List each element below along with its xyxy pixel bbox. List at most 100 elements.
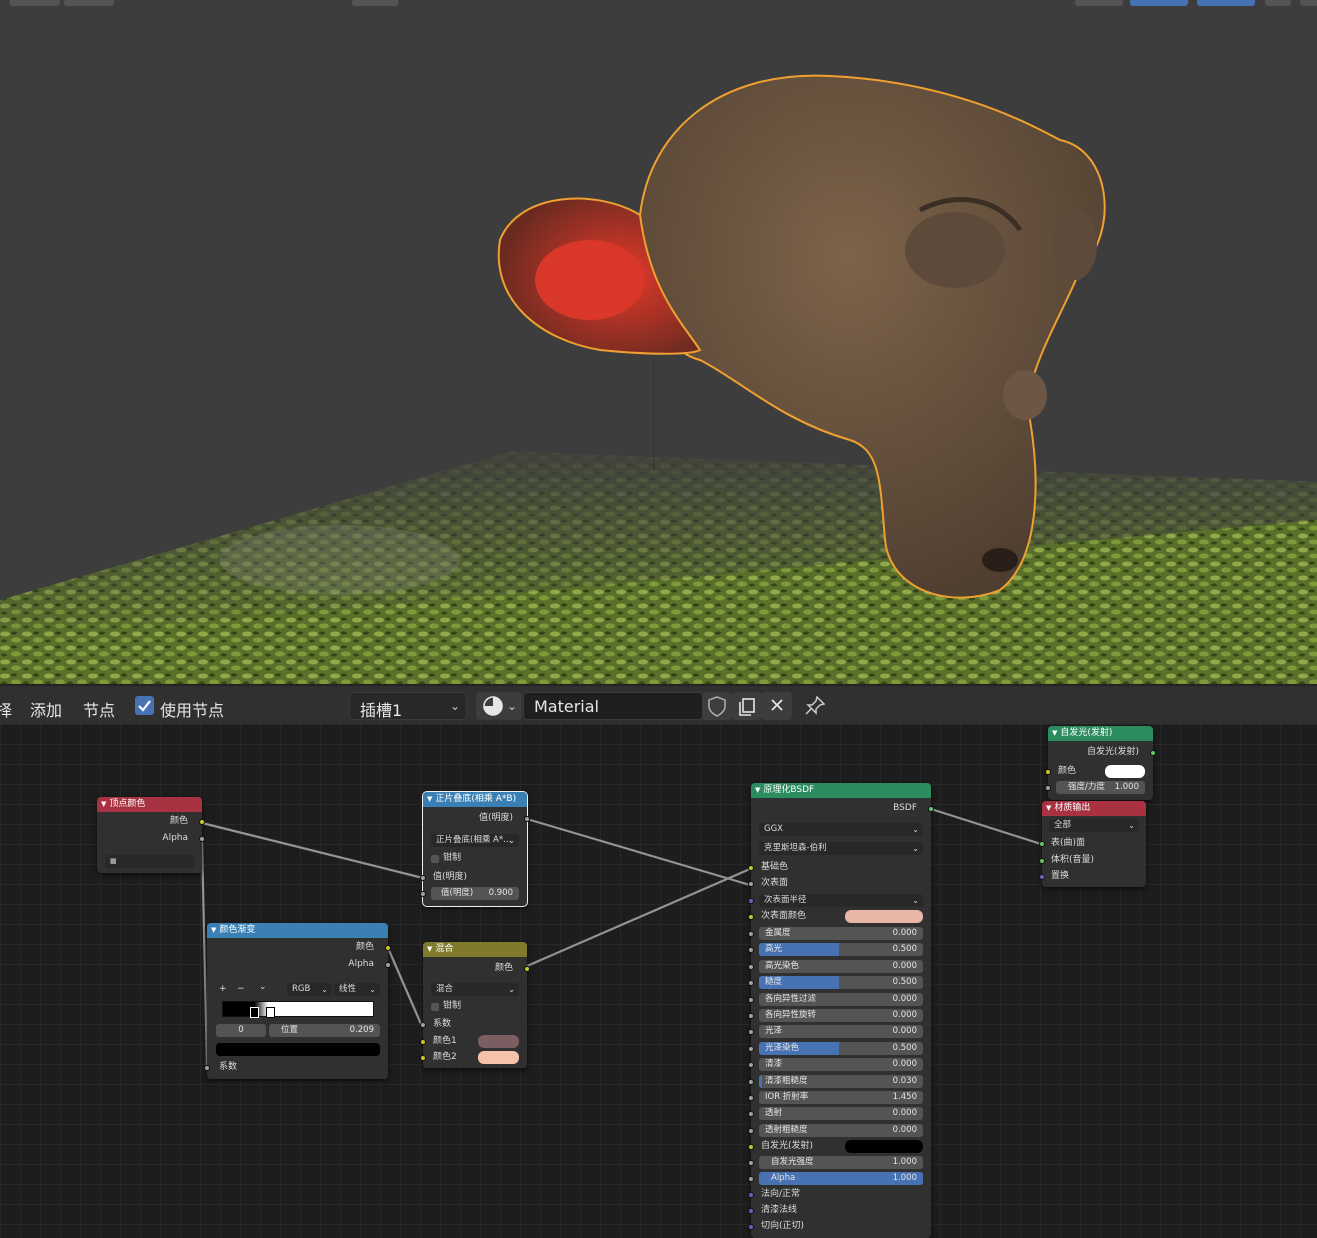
input-socket[interactable] [748, 1128, 754, 1134]
subsurface-color-swatch[interactable] [845, 910, 923, 923]
pin-button[interactable] [800, 692, 830, 720]
fake-user-button[interactable] [702, 692, 732, 720]
input-socket[interactable] [748, 1029, 754, 1035]
remove-stop-button[interactable]: − [237, 983, 245, 996]
material-name-field[interactable]: Material [523, 692, 703, 720]
input-socket[interactable] [748, 1208, 754, 1214]
duplicate-material-button[interactable] [732, 692, 762, 720]
emission-color-swatch[interactable] [1105, 765, 1145, 778]
strength-field[interactable]: 强度/力度 1.000 [1056, 781, 1145, 794]
output-socket[interactable] [385, 945, 391, 951]
node-header[interactable]: ▼ 原理化BSDF [751, 783, 931, 798]
interpolation-select[interactable]: 线性 ⌄ [334, 983, 380, 996]
node-principled-bsdf[interactable]: ▼ 原理化BSDF BSDF GGX ⌄ 克里斯坦森-伯利 ⌄ 基础色 次表面 次表面… [748, 783, 934, 1238]
bsdf-param-field[interactable]: 光泽 0.000 [759, 1025, 923, 1038]
alpha-field[interactable]: Alpha 1.000 [759, 1172, 923, 1185]
node-header[interactable]: ▼ 材质输出 [1042, 801, 1146, 816]
color2-swatch[interactable] [478, 1051, 519, 1064]
color-attribute-field[interactable]: ▦ [105, 855, 194, 868]
distribution-select[interactable]: GGX ⌄ [759, 823, 923, 836]
input-socket[interactable] [748, 1160, 754, 1166]
input-socket[interactable] [1039, 874, 1045, 880]
input-socket[interactable] [748, 1224, 754, 1230]
input-socket[interactable] [748, 1192, 754, 1198]
bsdf-param-field[interactable]: 各向异性过滤 0.000 [759, 993, 923, 1006]
output-socket[interactable] [928, 806, 934, 812]
menu-add[interactable]: 添加 [30, 697, 62, 721]
bsdf-param-field[interactable]: 清漆粗糙度 0.030 [759, 1075, 923, 1088]
unlink-material-button[interactable] [762, 692, 792, 720]
input-socket[interactable] [1045, 785, 1051, 791]
target-select[interactable]: 全部 ⌄ [1049, 819, 1139, 832]
input-socket[interactable] [748, 1062, 754, 1068]
color1-swatch[interactable] [478, 1035, 519, 1048]
node-vertex-color[interactable]: ▼ 顶点颜色 颜色 Alpha ▦ [97, 797, 205, 873]
input-socket[interactable] [420, 891, 426, 897]
bsdf-param-field[interactable]: 清漆 0.000 [759, 1058, 923, 1071]
output-socket[interactable] [199, 836, 205, 842]
input-socket[interactable] [748, 1176, 754, 1182]
input-socket[interactable] [748, 1095, 754, 1101]
bsdf-param-field[interactable]: 高光染色 0.000 [759, 960, 923, 973]
node-header[interactable]: ▼ 颜色渐变 [207, 923, 388, 938]
input-socket[interactable] [1039, 841, 1045, 847]
slot-dropdown[interactable]: 插槽1 ⌄ [349, 692, 467, 720]
input-socket[interactable] [420, 1039, 426, 1045]
bsdf-param-field[interactable]: 金属度 0.000 [759, 927, 923, 940]
input-socket[interactable] [748, 865, 754, 871]
ramp-stop-black[interactable] [250, 1007, 259, 1018]
input-socket[interactable] [204, 1065, 210, 1071]
input-socket[interactable] [748, 947, 754, 953]
input-socket[interactable] [748, 1144, 754, 1150]
use-nodes-checkbox[interactable] [135, 696, 154, 715]
output-socket[interactable] [524, 816, 530, 822]
input-socket[interactable] [748, 1079, 754, 1085]
clamp-checkbox[interactable] [431, 855, 439, 863]
node-material-output[interactable]: ▼ 材质输出 全部 ⌄ 表(曲)面 体积(音量) 置换 [1039, 801, 1146, 887]
node-header[interactable]: ▼ 正片叠底(相乘 A*B) [423, 792, 527, 807]
emission-color-swatch[interactable] [845, 1140, 923, 1153]
stop-position-field[interactable]: 位置 0.209 [269, 1024, 380, 1037]
3d-viewport[interactable] [0, 0, 1317, 684]
node-math-multiply[interactable]: ▼ 正片叠底(相乘 A*B) 值(明度) 正片叠底(相乘 A*… ⌄ 钳制 值(明度… [420, 791, 530, 907]
bsdf-param-field[interactable]: 高光 0.500 [759, 943, 923, 956]
input-socket[interactable] [748, 881, 754, 887]
bsdf-param-field[interactable]: 透射粗糙度 0.000 [759, 1124, 923, 1137]
input-socket[interactable] [420, 1022, 426, 1028]
node-mix-rgb[interactable]: ▼ 混合 颜色 混合 ⌄ 钳制 系数 颜色1 颜色2 [420, 942, 530, 1068]
node-emission[interactable]: ▼ 自发光(发射) 自发光(发射) 颜色 强度/力度 1.000 [1045, 726, 1156, 800]
node-header[interactable]: ▼ 混合 [423, 942, 527, 957]
bsdf-param-field[interactable]: 透射 0.000 [759, 1107, 923, 1120]
input-socket[interactable] [748, 997, 754, 1003]
bsdf-param-field[interactable]: 各向异性旋转 0.000 [759, 1009, 923, 1022]
input-socket[interactable] [748, 964, 754, 970]
input-socket[interactable] [1045, 769, 1051, 775]
blend-mode-select[interactable]: 混合 ⌄ [431, 983, 519, 996]
bsdf-param-field[interactable]: 光泽染色 0.500 [759, 1042, 923, 1055]
color-ramp-bar[interactable] [222, 1001, 374, 1017]
menu-select[interactable]: 择 [0, 697, 12, 721]
bsdf-param-field[interactable]: IOR 折射率 1.450 [759, 1091, 923, 1104]
output-socket[interactable] [1150, 750, 1156, 756]
subsurface-method-select[interactable]: 克里斯坦森-伯利 ⌄ [759, 842, 923, 855]
input-socket[interactable] [748, 1111, 754, 1117]
input-socket[interactable] [748, 914, 754, 920]
output-socket[interactable] [385, 962, 391, 968]
stop-color-swatch[interactable] [216, 1043, 380, 1056]
input-socket[interactable] [748, 980, 754, 986]
node-header[interactable]: ▼ 自发光(发射) [1048, 726, 1153, 741]
node-editor-canvas[interactable]: ▼ 顶点颜色 颜色 Alpha ▦ ▼ 颜色渐变 颜色 Alpha + − ⌄ RG… [0, 724, 1317, 1238]
output-socket[interactable] [524, 966, 530, 972]
input-socket[interactable] [420, 875, 426, 881]
input-socket[interactable] [1039, 858, 1045, 864]
output-socket[interactable] [199, 819, 205, 825]
material-browse-button[interactable]: ⌄ [476, 692, 522, 720]
ramp-stop-white[interactable] [266, 1007, 275, 1018]
stop-index-field[interactable]: 0 [216, 1024, 266, 1037]
emission-strength-field[interactable]: 自发光强度 1.000 [759, 1156, 923, 1169]
operation-select[interactable]: 正片叠底(相乘 A*… ⌄ [431, 834, 519, 847]
input-socket[interactable] [748, 931, 754, 937]
subsurface-radius-field[interactable]: 次表面半径 ⌄ [759, 894, 923, 907]
input-socket[interactable] [748, 1046, 754, 1052]
menu-node[interactable]: 节点 [83, 697, 115, 721]
